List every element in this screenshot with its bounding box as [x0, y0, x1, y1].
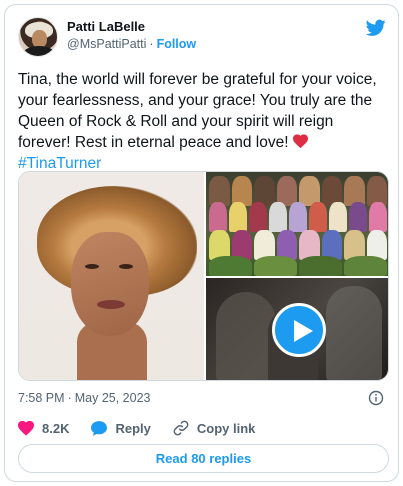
play-icon — [294, 320, 313, 342]
heart-icon — [18, 420, 34, 436]
reply-label: Reply — [115, 420, 151, 436]
copy-link-button[interactable]: Copy link — [173, 420, 256, 436]
handle-separator: · — [149, 37, 154, 51]
author-handle[interactable]: @MsPattiPatti — [67, 37, 146, 51]
link-icon — [173, 420, 189, 436]
author-block: Patti LaBelle @MsPattiPatti · Follow — [67, 19, 196, 53]
tweet-text-block: Tina, the world will forever be grateful… — [18, 69, 386, 174]
tweet-timestamp[interactable]: 7:58 PM · May 25, 2023 — [18, 390, 150, 406]
play-button[interactable] — [272, 303, 326, 357]
timestamp-separator: · — [67, 391, 72, 405]
tweet-text: Tina, the world will forever be grateful… — [18, 71, 377, 151]
tweet-time: 7:58 PM — [18, 391, 65, 405]
twitter-bird-icon[interactable] — [366, 19, 386, 37]
reply-button[interactable]: Reply — [91, 420, 151, 436]
tweet-date: May 25, 2023 — [74, 391, 151, 405]
author-display-name[interactable]: Patti LaBelle — [67, 19, 196, 35]
media-grid — [18, 171, 389, 381]
read-replies-button[interactable]: Read 80 replies — [18, 444, 389, 473]
media-photo-portrait[interactable] — [19, 172, 204, 380]
media-video-thumbnail[interactable] — [206, 278, 388, 380]
tweet-card: Patti LaBelle @MsPattiPatti · Follow Tina,… — [4, 4, 399, 482]
like-button[interactable]: 8.2K — [18, 420, 70, 436]
like-count: 8.2K — [42, 420, 70, 436]
tweet-header: Patti LaBelle @MsPattiPatti · Follow — [18, 15, 388, 63]
info-icon[interactable] — [368, 390, 384, 406]
avatar[interactable] — [18, 17, 58, 57]
follow-button[interactable]: Follow — [157, 37, 197, 51]
action-bar: 8.2K Reply Copy link — [18, 417, 384, 439]
copy-link-label: Copy link — [196, 420, 256, 436]
reply-bubble-icon — [91, 420, 108, 436]
author-handle-line: @MsPattiPatti · Follow — [67, 36, 196, 53]
media-photo-group[interactable] — [206, 172, 388, 276]
red-heart-emoji-icon — [292, 134, 308, 149]
hashtag-link[interactable]: #TinaTurner — [18, 155, 101, 172]
